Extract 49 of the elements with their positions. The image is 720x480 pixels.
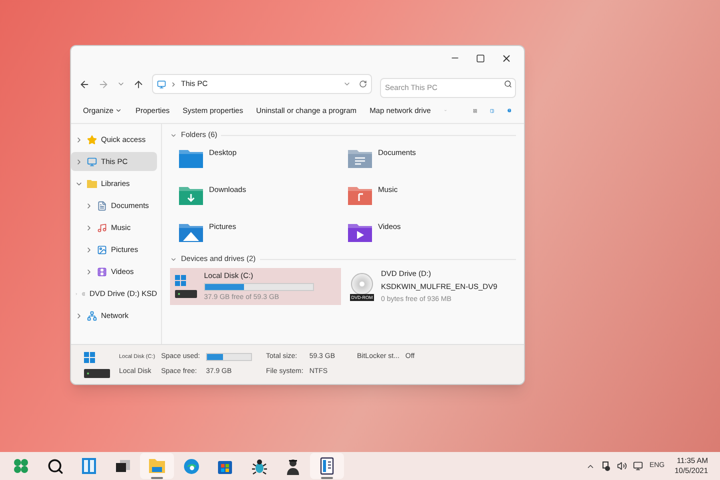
chevron-right-icon[interactable] <box>85 246 93 254</box>
chevron-down-icon[interactable] <box>170 256 177 262</box>
search-icon[interactable] <box>46 458 64 474</box>
folder-icon <box>178 184 204 206</box>
film-icon <box>97 266 107 276</box>
widgets-icon[interactable] <box>81 457 97 475</box>
folder-icon <box>347 221 373 243</box>
refresh-icon[interactable] <box>359 80 367 88</box>
picture-icon <box>97 244 107 254</box>
chevron-right-icon[interactable] <box>75 312 83 320</box>
music-icon <box>97 222 107 232</box>
back-icon[interactable] <box>79 78 90 90</box>
chevron-right-icon[interactable] <box>75 136 83 144</box>
task-view-icon[interactable] <box>115 459 131 473</box>
book-icon[interactable] <box>320 457 334 475</box>
volume-icon[interactable] <box>617 461 628 471</box>
chevron-down-icon[interactable] <box>170 132 177 138</box>
monitor-icon <box>87 156 97 166</box>
taskbar-button[interactable] <box>310 453 344 479</box>
chevron-down-icon[interactable] <box>343 80 351 88</box>
clover-icon[interactable] <box>13 458 29 474</box>
network-status-icon[interactable] <box>601 460 612 472</box>
folder-icon <box>178 147 204 169</box>
folder-icon[interactable] <box>148 458 166 474</box>
monitor-icon <box>157 80 166 88</box>
folder-icon <box>87 179 97 188</box>
chevron-right-icon <box>170 80 177 88</box>
folder-icon <box>178 221 204 243</box>
drive-icon <box>83 350 111 378</box>
folder-icon <box>347 184 373 206</box>
close-icon[interactable] <box>501 52 512 64</box>
caret-icon <box>115 107 122 114</box>
person-icon[interactable] <box>286 458 300 474</box>
chevron-down-icon[interactable] <box>117 80 125 88</box>
drive-icon <box>174 274 198 300</box>
monitor-icon[interactable] <box>633 461 644 471</box>
folder-icon <box>347 147 373 169</box>
bug-icon[interactable] <box>250 458 268 474</box>
chevron-right-icon[interactable] <box>75 158 83 166</box>
search-icon[interactable] <box>504 80 512 88</box>
chevron-right-icon[interactable] <box>85 202 93 210</box>
up-icon[interactable] <box>133 78 144 90</box>
chevron-right-icon[interactable] <box>85 268 93 276</box>
maximize-icon[interactable] <box>476 54 485 62</box>
document-icon <box>97 200 107 210</box>
star-icon <box>87 134 97 144</box>
network-icon <box>87 310 97 320</box>
edge-icon[interactable] <box>182 458 200 474</box>
chevron-right-icon[interactable] <box>85 224 93 232</box>
